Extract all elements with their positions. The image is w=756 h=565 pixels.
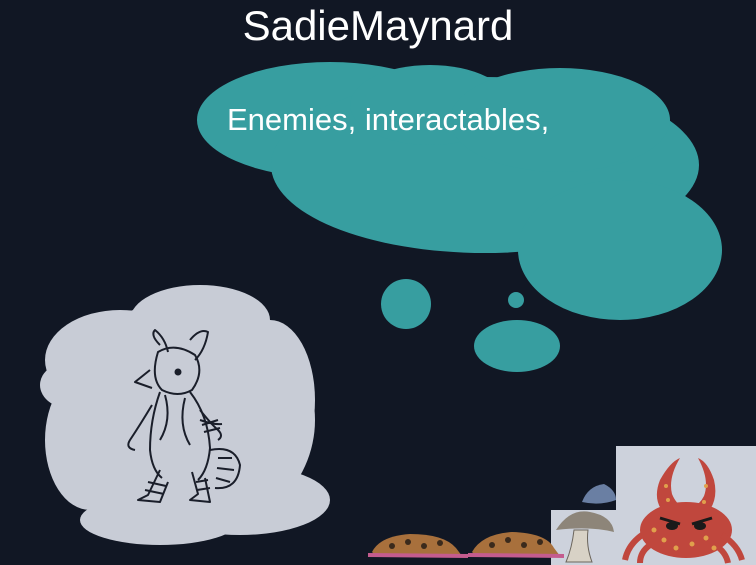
slug-row xyxy=(367,532,565,558)
streamer-name: SadieMaynard xyxy=(242,2,514,49)
speech-text: Enemies, interactables, xyxy=(227,102,550,137)
slug-icon xyxy=(467,532,565,558)
slug-icon xyxy=(367,534,469,558)
stream-scene: SadieMaynard Enemies, interactables, xyxy=(0,0,756,565)
